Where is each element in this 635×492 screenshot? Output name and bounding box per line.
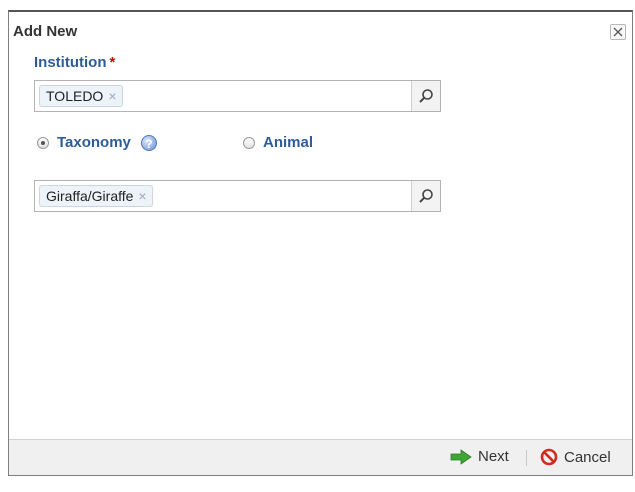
arrow-right-icon [450,448,472,465]
add-new-dialog: Add New Institution * TOLEDO × Taxonomy ?… [8,10,633,476]
footer-divider [526,450,527,466]
required-indicator: * [109,54,116,71]
next-button-label: Next [478,448,509,465]
taxonomy-tag-label: Giraffa/Giraffe [46,188,134,204]
next-button[interactable]: Next [450,448,509,465]
taxonomy-field[interactable]: Giraffa/Giraffe × [34,180,441,212]
institution-label: Institution * [34,54,115,71]
search-icon [419,189,433,203]
taxonomy-radio-label[interactable]: Taxonomy [57,134,131,151]
cancel-button-label: Cancel [564,448,611,466]
taxonomy-tag-remove-icon[interactable]: × [138,188,146,204]
dialog-title: Add New [13,23,78,40]
cancel-button[interactable]: Cancel [540,448,611,466]
radio-animal-group: Animal [243,134,313,151]
radio-taxonomy-group: Taxonomy ? [37,134,157,151]
institution-tag-label: TOLEDO [46,88,104,104]
taxonomy-search-button[interactable] [411,181,440,211]
institution-tag: TOLEDO × [39,85,123,107]
page-background [0,0,635,10]
close-button[interactable] [610,24,626,40]
institution-field[interactable]: TOLEDO × [34,80,441,112]
institution-label-text: Institution [34,54,107,71]
institution-search-button[interactable] [411,81,440,111]
animal-radio[interactable] [243,136,255,149]
help-icon[interactable]: ? [140,134,157,151]
institution-tag-remove-icon[interactable]: × [108,88,116,104]
no-entry-icon [540,448,558,466]
taxonomy-radio[interactable] [37,136,49,149]
taxonomy-tag: Giraffa/Giraffe × [39,185,153,207]
dialog-footer: Next Cancel [9,439,632,475]
animal-radio-label[interactable]: Animal [263,134,313,151]
search-icon [419,89,433,103]
close-icon [613,27,623,37]
dialog-titlebar: Add New [9,12,632,44]
